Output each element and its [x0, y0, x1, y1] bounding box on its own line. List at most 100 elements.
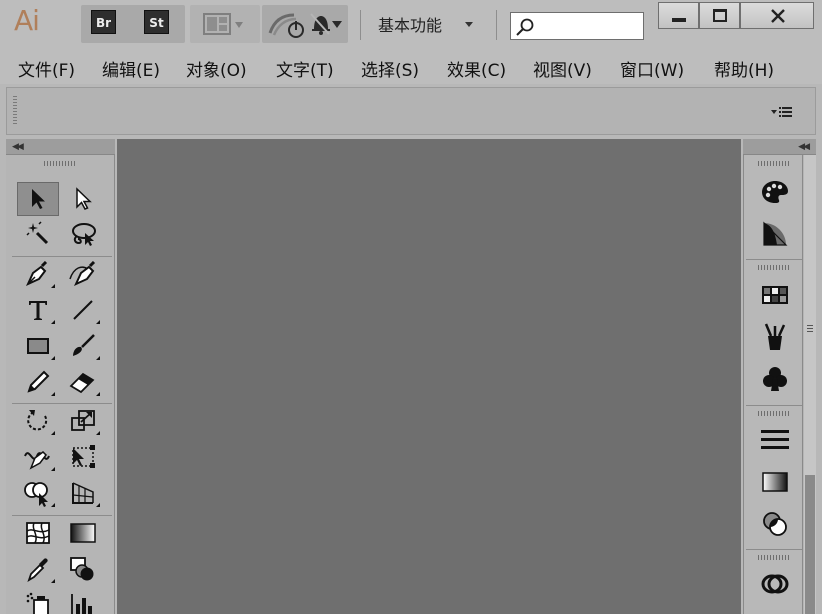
- dock-group-grip[interactable]: [758, 411, 790, 416]
- gradient-tool[interactable]: [62, 516, 104, 550]
- line-segment-tool[interactable]: [62, 293, 104, 327]
- menu-type[interactable]: 文字(T): [276, 56, 334, 81]
- eraser-icon: [69, 372, 95, 394]
- shape-builder-tool[interactable]: [17, 476, 59, 510]
- appearance-panel-button[interactable]: [757, 567, 793, 601]
- tool-flyout-indicator: [51, 392, 55, 396]
- gradient-panel-button[interactable]: [757, 465, 793, 499]
- maximize-button[interactable]: [699, 2, 740, 29]
- paintbrush-icon: [73, 334, 95, 356]
- menu-select[interactable]: 选择(S): [361, 56, 419, 81]
- selection-tool[interactable]: [17, 182, 59, 216]
- column-graph-tool[interactable]: [62, 588, 104, 614]
- rectangle-tool[interactable]: [17, 329, 59, 363]
- lasso-tool[interactable]: [62, 217, 104, 251]
- curvature-tool[interactable]: [62, 257, 104, 291]
- close-button[interactable]: [740, 2, 814, 29]
- rotate-icon: [27, 410, 48, 431]
- selection-arrow-icon: [32, 189, 45, 209]
- arrange-documents-group: [190, 5, 260, 43]
- panel-menu-icon[interactable]: [771, 106, 793, 118]
- tools-panel: ◀◀: [6, 139, 115, 614]
- curvature-pen-icon: [69, 261, 96, 287]
- menu-object[interactable]: 对象(O): [186, 56, 247, 81]
- dock-group-separator: [746, 405, 802, 406]
- artboard-canvas[interactable]: [117, 139, 741, 614]
- brushes-panel-button[interactable]: [757, 320, 793, 354]
- menu-file[interactable]: 文件(F): [18, 56, 75, 81]
- lasso-icon: [72, 223, 96, 246]
- search-stock-field[interactable]: [510, 12, 644, 40]
- mesh-icon: [26, 522, 50, 544]
- dock-group-grip[interactable]: [758, 555, 790, 560]
- workspace-switcher[interactable]: 基本功能: [378, 12, 442, 36]
- tool-flyout-indicator: [51, 579, 55, 583]
- line-segment-icon: [73, 300, 93, 320]
- gradient-icon: [70, 523, 96, 543]
- direct-selection-arrow-icon: [76, 187, 92, 210]
- eyedropper-tool[interactable]: [17, 552, 59, 586]
- dock-resize-grip[interactable]: [807, 325, 813, 333]
- tool-flyout-indicator: [51, 320, 55, 324]
- type-tool[interactable]: [17, 293, 59, 327]
- appearance-icon: [761, 574, 789, 594]
- type-t-icon: [29, 301, 47, 320]
- dock-scrollbar[interactable]: [804, 155, 816, 614]
- workspace-dropdown-icon[interactable]: [465, 22, 473, 27]
- column-graph-icon: [71, 594, 92, 614]
- color-panel-button[interactable]: [757, 175, 793, 209]
- minimize-button[interactable]: [658, 2, 699, 29]
- symbols-panel-button[interactable]: [757, 362, 793, 396]
- rotate-tool[interactable]: [17, 404, 59, 438]
- menu-effect[interactable]: 效果(C): [447, 56, 506, 81]
- magic-wand-tool[interactable]: [17, 217, 59, 251]
- dock-group-separator: [746, 549, 802, 550]
- tool-flyout-indicator: [96, 356, 100, 360]
- pencil-tool[interactable]: [17, 365, 59, 399]
- stroke-lines-icon: [761, 430, 789, 449]
- warp-tool[interactable]: [17, 440, 59, 474]
- maximize-icon: [713, 9, 727, 22]
- color-guide-panel-button[interactable]: [757, 217, 793, 251]
- blend-icon: [70, 557, 94, 581]
- pencil-icon: [27, 370, 50, 393]
- bridge-button[interactable]: Br: [91, 10, 116, 34]
- sync-bell-icon[interactable]: [308, 11, 344, 37]
- menu-view[interactable]: 视图(V): [533, 56, 592, 81]
- mesh-tool[interactable]: [17, 516, 59, 550]
- transparency-panel-button[interactable]: [757, 507, 793, 541]
- tool-flyout-indicator: [96, 320, 100, 324]
- tools-panel-grip[interactable]: [44, 161, 76, 166]
- paintbrush-tool[interactable]: [62, 329, 104, 363]
- menu-edit[interactable]: 编辑(E): [102, 56, 160, 81]
- dock-icon-strip: [743, 155, 803, 614]
- symbol-sprayer-icon: [26, 592, 49, 614]
- stock-button[interactable]: St: [144, 10, 169, 34]
- menu-help[interactable]: 帮助(H): [714, 56, 774, 81]
- menu-window[interactable]: 窗口(W): [620, 56, 684, 81]
- dock-group-grip[interactable]: [758, 161, 790, 166]
- symbol-sprayer-tool[interactable]: [17, 588, 59, 614]
- dock-group-grip[interactable]: [758, 265, 790, 270]
- blend-tool[interactable]: [62, 552, 104, 586]
- collapse-panel-icon[interactable]: ◀◀: [12, 142, 24, 152]
- arrange-documents-icon[interactable]: [203, 13, 251, 35]
- eraser-tool[interactable]: [62, 365, 104, 399]
- gpu-performance-group: [262, 5, 348, 43]
- swatches-panel-button[interactable]: [757, 278, 793, 312]
- title-bar: Ai Br St 基本功能: [0, 0, 822, 48]
- gpu-performance-icon[interactable]: [268, 11, 306, 39]
- warp-icon: [24, 451, 50, 470]
- perspective-grid-tool[interactable]: [62, 476, 104, 510]
- dock-scrollbar-thumb[interactable]: [805, 475, 815, 614]
- dock-header: ◀◀: [743, 139, 816, 155]
- pen-tool[interactable]: [17, 257, 59, 291]
- scale-tool[interactable]: [62, 404, 104, 438]
- expand-panels-icon[interactable]: ◀◀: [798, 142, 810, 152]
- control-bar-grip[interactable]: [13, 96, 17, 126]
- direct-selection-tool[interactable]: [62, 182, 104, 216]
- stroke-panel-button[interactable]: [757, 423, 793, 457]
- free-transform-tool[interactable]: [62, 440, 104, 474]
- tools-panel-header: ◀◀: [6, 139, 115, 155]
- tool-flyout-indicator: [51, 503, 55, 507]
